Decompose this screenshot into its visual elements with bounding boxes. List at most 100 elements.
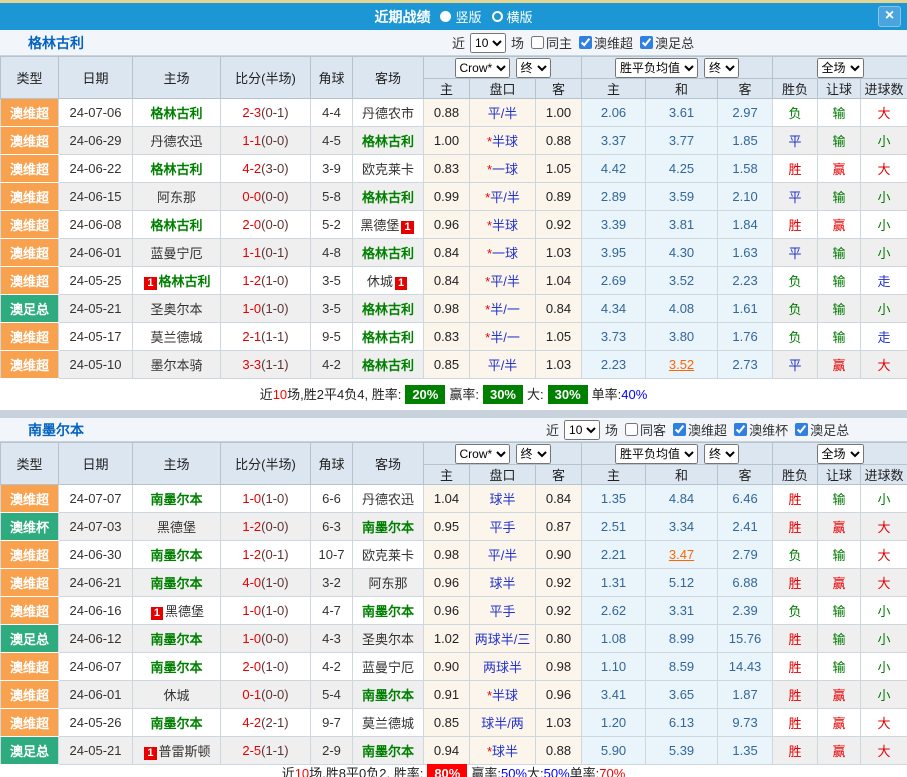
handicap-line: *平/半	[470, 267, 536, 295]
scope-controls: 全场	[773, 57, 907, 79]
odds-away: 1.03	[536, 709, 582, 737]
avg-draw: 3.52	[646, 267, 718, 295]
summary-part: 赢率:	[471, 766, 501, 777]
col-date: 日期	[59, 57, 133, 99]
goals-outcome: 大	[861, 351, 907, 379]
home-team-name: 南墨尔本	[150, 660, 202, 675]
same-venue-filter[interactable]: 同客	[621, 420, 666, 439]
league-filter[interactable]: 澳维杯	[730, 420, 788, 439]
scope-select[interactable]: 全场	[817, 444, 864, 464]
away-team: 休城1	[353, 267, 424, 295]
league-type-badge: 澳维超	[1, 653, 59, 681]
league-filter[interactable]: 澳足总	[636, 33, 694, 52]
same-venue-filter[interactable]: 同主	[527, 33, 572, 52]
league-checkbox[interactable]	[734, 423, 747, 436]
corners: 6-3	[311, 513, 353, 541]
odds-away: 0.88	[536, 127, 582, 155]
avg-lose: 1.85	[718, 127, 773, 155]
avg-lose: 9.73	[718, 709, 773, 737]
avg-select[interactable]: 胜平负均值	[615, 58, 698, 78]
fulltime-score: 2-1	[242, 329, 261, 344]
score: 1-0(1-0)	[221, 485, 311, 513]
recent-count-select[interactable]: 10	[470, 33, 506, 53]
radio-unselected-icon[interactable]	[492, 11, 503, 22]
radio-selected-icon[interactable]	[440, 11, 451, 22]
league-checkbox[interactable]	[640, 36, 653, 49]
match-row: 澳维超24-05-26南墨尔本4-2(2-1)9-7莫兰德城0.85球半/两1.…	[1, 709, 907, 737]
avg-lose: 1.87	[718, 681, 773, 709]
handicap-outcome: 输	[818, 625, 861, 653]
odds-away: 0.84	[536, 295, 582, 323]
same-venue-checkbox[interactable]	[531, 36, 544, 49]
same-venue-checkbox[interactable]	[625, 423, 638, 436]
summary-part: 30%	[548, 385, 588, 404]
goals-outcome: 小	[861, 681, 907, 709]
home-team-name: 休城	[163, 688, 189, 703]
close-icon[interactable]: ×	[878, 6, 901, 27]
score: 1-1(0-1)	[221, 239, 311, 267]
goals-outcome: 大	[861, 513, 907, 541]
avg-draw: 8.99	[646, 625, 718, 653]
score: 1-0(0-0)	[221, 625, 311, 653]
home-team: 蓝曼宁厄	[133, 239, 221, 267]
away-team: 南墨尔本	[353, 597, 424, 625]
odds-home: 0.99	[424, 183, 470, 211]
league-type-badge: 澳维超	[1, 183, 59, 211]
recent-results-dialog: 近期战绩 竖版横版 × 格林古利近10场同主澳维超澳足总类型日期主场比分(半场)…	[0, 0, 907, 777]
halftime-score: (0-0)	[261, 631, 288, 646]
goals-outcome: 大	[861, 569, 907, 597]
league-filter[interactable]: 澳维超	[575, 33, 633, 52]
score: 2-3(0-1)	[221, 99, 311, 127]
fulltime-score: 1-1	[242, 245, 261, 260]
league-checkbox[interactable]	[795, 423, 808, 436]
final-select[interactable]: 终	[516, 444, 551, 464]
radio-label[interactable]: 横版	[507, 7, 533, 26]
summary-part: 近	[260, 387, 273, 402]
col-away: 客场	[353, 57, 424, 99]
odds-away: 0.92	[536, 597, 582, 625]
avg-controls: 胜平负均值终	[582, 57, 773, 79]
company-select[interactable]: Crow*	[455, 58, 510, 78]
result-outcome: 胜	[773, 485, 818, 513]
away-team: 欧克莱卡	[353, 541, 424, 569]
col-type: 类型	[1, 443, 59, 485]
summary-part: 单率:	[592, 387, 622, 402]
team-section-header: 格林古利近10场同主澳维超澳足总	[0, 30, 907, 56]
result-outcome: 平	[773, 183, 818, 211]
halftime-score: (0-1)	[261, 245, 288, 260]
avg-select[interactable]: 胜平负均值	[615, 444, 698, 464]
corners: 9-5	[311, 323, 353, 351]
away-team-name: 南墨尔本	[362, 744, 414, 759]
away-team: 阿东那	[353, 569, 424, 597]
summary-part: 单率:	[570, 766, 600, 777]
goals-outcome: 大	[861, 737, 907, 765]
final-select[interactable]: 终	[516, 58, 551, 78]
final-select[interactable]: 终	[704, 58, 739, 78]
summary-part: 70%	[599, 766, 625, 777]
odds-home: 0.88	[424, 99, 470, 127]
odds-away: 0.84	[536, 485, 582, 513]
league-checkbox[interactable]	[579, 36, 592, 49]
away-team: 南墨尔本	[353, 513, 424, 541]
league-filter[interactable]: 澳足总	[791, 420, 849, 439]
recent-count-select[interactable]: 10	[564, 420, 600, 440]
corners: 10-7	[311, 541, 353, 569]
away-team-name: 格林古利	[362, 246, 414, 261]
avg-lose: 2.41	[718, 513, 773, 541]
home-team-name: 南墨尔本	[150, 632, 202, 647]
company-select[interactable]: Crow*	[455, 444, 510, 464]
score: 4-0(1-0)	[221, 569, 311, 597]
league-checkbox[interactable]	[673, 423, 686, 436]
handicap-outcome: 赢	[818, 737, 861, 765]
final-select[interactable]: 终	[704, 444, 739, 464]
col-handicap: 让球	[818, 465, 861, 485]
radio-label[interactable]: 竖版	[455, 7, 481, 26]
avg-draw: 3.34	[646, 513, 718, 541]
corners: 5-4	[311, 681, 353, 709]
away-team: 丹德农市	[353, 99, 424, 127]
league-filter[interactable]: 澳维超	[669, 420, 727, 439]
goals-outcome: 小	[861, 239, 907, 267]
team-name: 南墨尔本	[28, 420, 84, 440]
avg-lose: 1.35	[718, 737, 773, 765]
scope-select[interactable]: 全场	[817, 58, 864, 78]
